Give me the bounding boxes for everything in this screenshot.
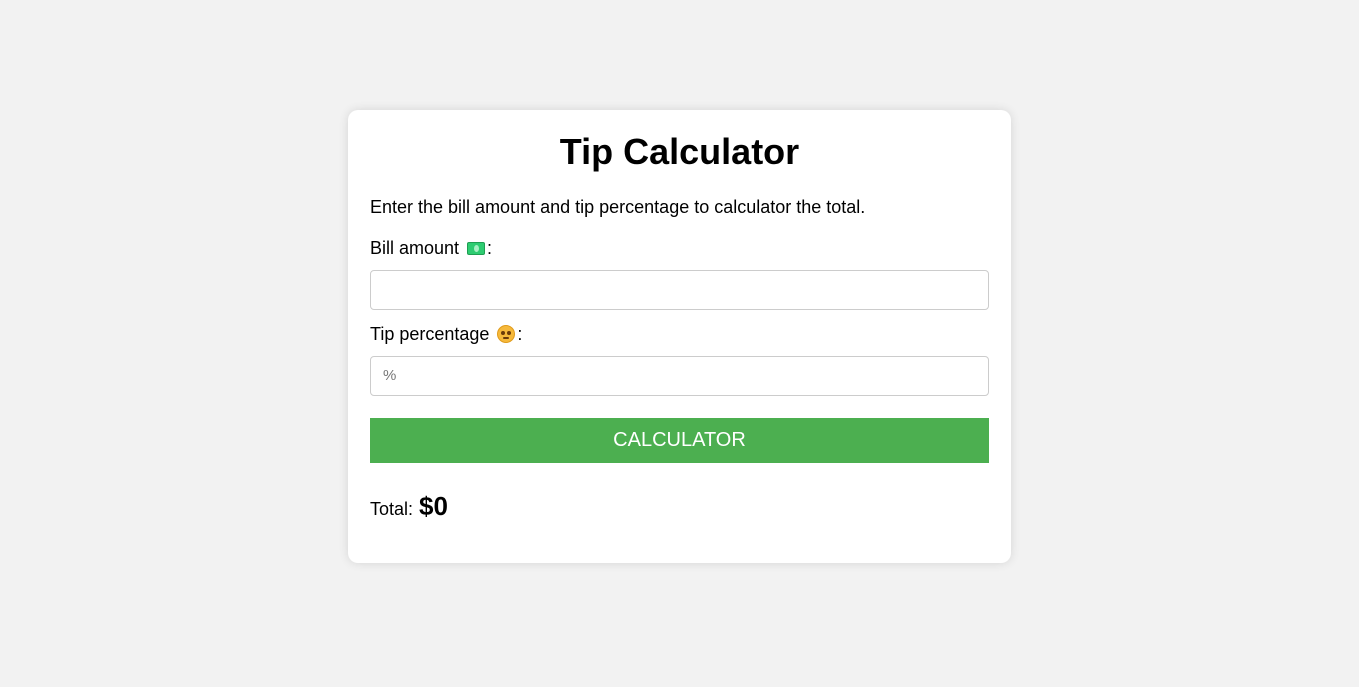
bill-amount-label-text: Bill amount	[370, 238, 460, 258]
instructions-text: Enter the bill amount and tip percentage…	[370, 197, 866, 217]
pleading-face-icon	[497, 325, 516, 343]
bill-amount-label-colon: :	[487, 238, 493, 258]
page-title: Tip Calculator	[559, 131, 800, 172]
money-banknote-icon	[467, 241, 486, 255]
total-display: Total: $0	[370, 491, 448, 522]
tip-percentage-label-text: Tip percentage	[370, 324, 490, 344]
total-label: Total:	[370, 499, 414, 519]
tip-percentage-label-colon: :	[517, 324, 523, 344]
total-value: $0	[419, 491, 448, 521]
bill-amount-input[interactable]	[370, 270, 989, 310]
calculate-button[interactable]: CALCULATOR	[370, 418, 989, 463]
tip-percentage-label: Tip percentage :	[370, 323, 522, 345]
bill-amount-label: Bill amount :	[370, 237, 492, 259]
tip-percentage-input[interactable]	[370, 356, 989, 396]
calculator-card: Tip Calculator Enter the bill amount and…	[348, 110, 1011, 563]
